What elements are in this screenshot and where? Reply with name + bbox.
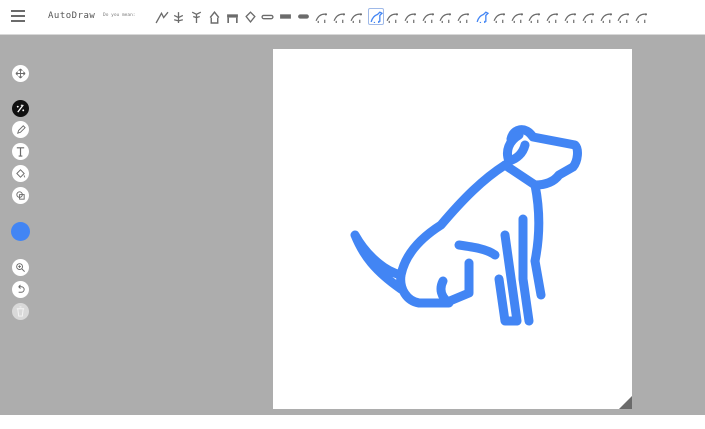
suggestion-dog-18[interactable]: [474, 9, 489, 24]
suggestion-animal-16[interactable]: [439, 9, 453, 24]
resize-handle-icon[interactable]: [619, 396, 632, 409]
plant-icon: [191, 11, 202, 23]
animal-icon: [315, 13, 327, 23]
autodraw-icon: [16, 104, 25, 113]
animal-icon: [528, 13, 541, 23]
suggestion-bench-8[interactable]: [296, 9, 310, 24]
animal-icon: [493, 13, 505, 23]
bench-icon: [261, 14, 274, 20]
top-toolbar: AutoDraw Do you mean:: [0, 0, 705, 35]
suggestion-animal-10[interactable]: [332, 9, 346, 24]
dog-drawing[interactable]: [273, 49, 632, 409]
fill-icon: [16, 169, 26, 178]
suggestion-bench-7[interactable]: [279, 9, 293, 24]
animal-icon: [617, 13, 630, 23]
suggestion-animal-27[interactable]: [635, 9, 649, 24]
suggestion-animal-24[interactable]: [581, 9, 595, 24]
suggestion-animal-11[interactable]: [350, 9, 364, 24]
animal-icon: [457, 13, 470, 23]
animal-icon: [582, 13, 594, 23]
suggestion-animal-19[interactable]: [492, 9, 506, 24]
delete-button[interactable]: [12, 303, 29, 320]
house-icon: [209, 11, 220, 24]
suggestion-animal-14[interactable]: [403, 9, 417, 24]
bottom-strip: [0, 415, 705, 429]
animal-icon: [386, 13, 398, 23]
suggestion-animal-26[interactable]: [617, 9, 631, 24]
bird-icon: [155, 11, 169, 24]
suggestion-animal-15[interactable]: [421, 9, 435, 24]
delete-icon: [16, 306, 25, 317]
suggestion-animal-22[interactable]: [546, 9, 560, 24]
move-icon: [15, 68, 26, 79]
animal-icon: [404, 13, 416, 23]
suggestion-animal-23[interactable]: [563, 9, 577, 24]
suggestion-animal-17[interactable]: [457, 9, 471, 24]
dog-icon: [370, 11, 384, 23]
animal-icon: [546, 13, 559, 23]
suggestion-plant-1[interactable]: [172, 9, 186, 24]
autodraw-tool-button[interactable]: [12, 100, 29, 117]
suggestion-bench-6[interactable]: [261, 9, 275, 24]
suggestion-bench-4[interactable]: [225, 9, 239, 24]
bench-icon: [280, 14, 292, 19]
animal-icon: [439, 13, 452, 23]
type-icon: [16, 147, 25, 157]
suggestion-animal-21[interactable]: [528, 9, 542, 24]
dog-icon: [476, 11, 489, 23]
zoom-icon: [16, 263, 25, 272]
app-title: AutoDraw: [48, 11, 96, 21]
suggestion-plant-2[interactable]: [190, 9, 204, 24]
animal-icon: [350, 13, 363, 23]
suggestion-animal-13[interactable]: [385, 9, 399, 24]
zoom-tool-button[interactable]: [12, 259, 29, 276]
animal-icon: [511, 13, 523, 23]
suggestion-animal-20[interactable]: [510, 9, 524, 24]
type-tool-button[interactable]: [12, 143, 29, 160]
animal-icon: [600, 13, 612, 23]
move-tool-button[interactable]: [12, 65, 29, 82]
animal-icon: [564, 13, 576, 23]
did-you-mean-label: Do you mean:: [103, 13, 136, 18]
undo-icon: [18, 284, 25, 293]
fill-tool-button[interactable]: [12, 165, 29, 182]
bench-icon: [297, 14, 309, 19]
suggestion-house-3[interactable]: [207, 9, 221, 24]
crystal-icon: [244, 11, 256, 23]
suggestion-dog-12[interactable]: [367, 8, 384, 25]
menu-icon[interactable]: [11, 10, 25, 22]
undo-button[interactable]: [12, 281, 29, 298]
color-swatch[interactable]: [11, 222, 30, 241]
draw-icon: [17, 125, 26, 134]
plant-icon: [174, 12, 184, 23]
suggestion-crystal-5[interactable]: [243, 9, 257, 24]
bench-icon: [226, 14, 238, 23]
shape-icon: [16, 191, 25, 200]
suggestion-animal-9[interactable]: [314, 9, 328, 24]
animal-icon: [422, 13, 434, 23]
shape-tool-button[interactable]: [12, 187, 29, 204]
draw-tool-button[interactable]: [12, 121, 29, 138]
suggestion-bird-0[interactable]: [154, 9, 169, 24]
animal-icon: [333, 13, 345, 23]
suggestion-animal-25[interactable]: [599, 9, 613, 24]
animal-icon: [635, 13, 648, 23]
